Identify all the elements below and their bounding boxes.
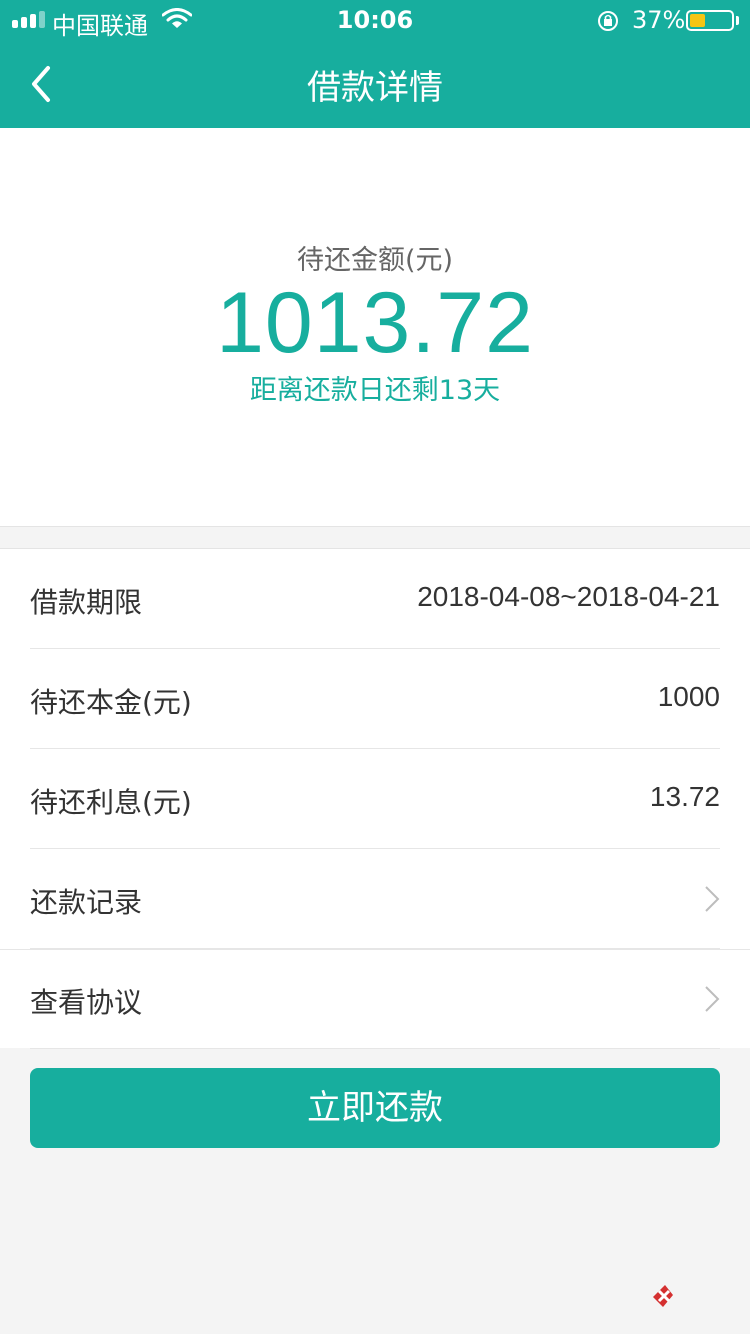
principal-value: 1000 <box>657 681 720 712</box>
interest-value: 13.72 <box>649 781 720 812</box>
list-item-loan-term: 借款期限 2018-04-08~2018-04-21 <box>30 549 720 649</box>
amount-due-value: 1013.72 <box>216 275 534 371</box>
repay-now-button[interactable]: 立即还款 <box>30 1068 720 1148</box>
loan-term-value: 2018-04-08~2018-04-21 <box>417 581 720 612</box>
principal-label: 待还本金(元) <box>30 686 192 719</box>
loan-details-list: 借款期限 2018-04-08~2018-04-21 待还本金(元) 1000 … <box>0 548 750 1049</box>
watermark-logo <box>653 1285 673 1307</box>
loan-term-label: 借款期限 <box>30 586 143 619</box>
status-bar: 中国联通 10:06 37% <box>0 0 750 40</box>
battery-percent: 37% <box>632 6 686 34</box>
list-item-view-agreement[interactable]: 查看协议 <box>0 949 750 1049</box>
chevron-right-icon <box>705 886 720 912</box>
battery-icon <box>686 10 734 31</box>
list-item-principal: 待还本金(元) 1000 <box>30 649 720 749</box>
list-item-repayment-records[interactable]: 还款记录 <box>30 849 720 949</box>
divider <box>30 1048 720 1049</box>
divider <box>0 949 750 950</box>
repayment-records-label: 还款记录 <box>30 886 143 919</box>
due-countdown: 距离还款日还剩13天 <box>249 375 501 406</box>
repayment-summary: 待还金额(元) 1013.72 距离还款日还剩13天 <box>0 128 750 527</box>
amount-due-label: 待还金额(元) <box>296 245 454 276</box>
chevron-right-icon <box>705 986 720 1012</box>
battery-tip <box>736 16 739 25</box>
rotation-lock-icon <box>598 11 618 31</box>
page-title: 借款详情 <box>307 68 443 108</box>
view-agreement-label: 查看协议 <box>30 986 143 1019</box>
list-item-interest: 待还利息(元) 13.72 <box>30 749 720 849</box>
interest-label: 待还利息(元) <box>30 786 192 819</box>
battery-level <box>690 14 705 27</box>
app-header: 中国联通 10:06 37% 借款详情 <box>0 0 750 128</box>
